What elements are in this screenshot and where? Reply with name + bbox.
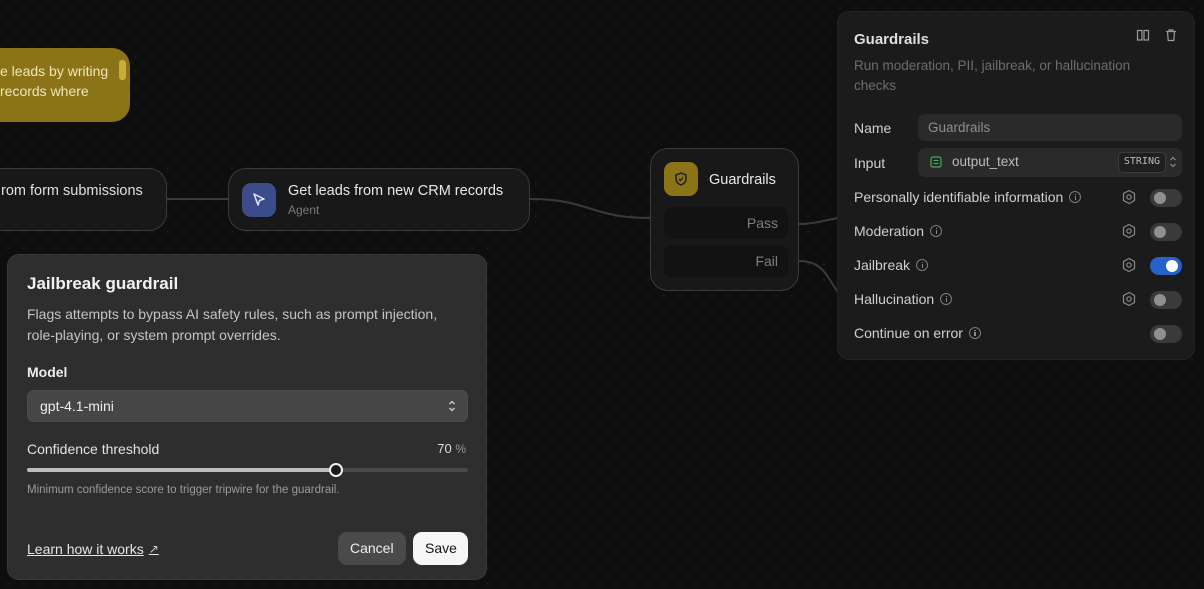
- trash-icon[interactable]: [1164, 28, 1178, 47]
- info-icon[interactable]: [968, 327, 981, 339]
- panel-description: Run moderation, PII, jailbreak, or hallu…: [854, 58, 1131, 93]
- guardrails-node[interactable]: Guardrails Pass Fail: [650, 148, 799, 291]
- continue-label: Continue on error: [854, 325, 963, 341]
- check-label: Jailbreak: [854, 257, 911, 273]
- confidence-label: Confidence threshold: [27, 441, 160, 457]
- jailbreak-guardrail-dialog: Jailbreak guardrail Flags attempts to by…: [7, 254, 487, 580]
- confidence-number: 70: [437, 441, 452, 456]
- learn-link-text: Learn how it works: [27, 541, 144, 557]
- variable-icon: [930, 156, 942, 171]
- properties-panel: Guardrails Run moderation, PII, jailbrea…: [837, 11, 1195, 360]
- note-line-2: records where: [0, 83, 89, 99]
- settings-gear-icon[interactable]: [1121, 223, 1137, 244]
- settings-gear-icon[interactable]: [1121, 257, 1137, 278]
- confidence-slider[interactable]: [27, 463, 468, 477]
- edge-pass-out: [798, 217, 839, 225]
- input-value: output_text: [952, 154, 1019, 169]
- info-icon[interactable]: [940, 293, 953, 305]
- check-pii: Personally identifiable information: [854, 189, 1082, 205]
- input-label: Input: [854, 155, 886, 171]
- input-type-badge: STRING: [1117, 152, 1166, 173]
- settings-gear-icon[interactable]: [1121, 291, 1137, 312]
- model-label: Model: [27, 364, 68, 380]
- sticky-note[interactable]: e leads by writing records where: [0, 48, 130, 122]
- slider-thumb[interactable]: [328, 463, 343, 477]
- confidence-unit: %: [455, 442, 466, 456]
- check-label: Moderation: [854, 223, 925, 239]
- panel-title: Guardrails: [854, 31, 930, 48]
- note-scrollbar[interactable]: [119, 60, 126, 80]
- form-submissions-node[interactable]: rom form submissions: [0, 168, 167, 231]
- moderation-toggle[interactable]: [1150, 223, 1182, 241]
- hallucination-toggle[interactable]: [1150, 291, 1182, 309]
- pass-port[interactable]: Pass: [664, 207, 788, 239]
- jailbreak-toggle[interactable]: [1150, 257, 1182, 275]
- node-title: Get leads from new CRM records: [288, 183, 504, 199]
- edge-crm-to-guardrails: [529, 198, 651, 219]
- learn-how-link[interactable]: Learn how it works ↗: [27, 541, 159, 557]
- edge-fail-out: [798, 260, 839, 293]
- continue-on-error: Continue on error: [854, 325, 981, 341]
- node-title: Guardrails: [709, 172, 776, 188]
- model-value: gpt-4.1-mini: [40, 398, 114, 414]
- info-icon[interactable]: [916, 259, 929, 271]
- note-line-1: e leads by writing: [0, 63, 109, 79]
- name-field[interactable]: Guardrails: [918, 114, 1182, 141]
- chevron-updown-icon: [447, 399, 457, 416]
- cancel-button[interactable]: Cancel: [338, 532, 406, 565]
- confidence-value: 70 %: [437, 441, 466, 456]
- model-select[interactable]: gpt-4.1-mini: [27, 390, 468, 422]
- confidence-hint: Minimum confidence score to trigger trip…: [27, 484, 340, 496]
- check-label: Personally identifiable information: [854, 189, 1064, 205]
- continue-on-error-toggle[interactable]: [1150, 325, 1182, 343]
- settings-gear-icon[interactable]: [1121, 189, 1137, 210]
- save-button[interactable]: Save: [413, 532, 468, 565]
- pii-toggle[interactable]: [1150, 189, 1182, 207]
- info-icon[interactable]: [1069, 191, 1082, 203]
- fail-port[interactable]: Fail: [664, 245, 788, 277]
- external-arrow-icon: ↗: [148, 542, 159, 556]
- chevron-updown-icon: [1168, 155, 1178, 172]
- panel-toolbar: [1136, 28, 1178, 47]
- slider-fill: [27, 468, 336, 472]
- crm-records-node[interactable]: Get leads from new CRM records Agent: [228, 168, 530, 231]
- info-icon[interactable]: [930, 225, 943, 237]
- node-title: rom form submissions: [1, 183, 143, 199]
- cursor-icon: [242, 183, 276, 217]
- check-label: Hallucination: [854, 291, 935, 307]
- dialog-title: Jailbreak guardrail: [27, 274, 179, 293]
- shield-icon: [664, 162, 698, 196]
- dialog-description: Flags attempts to bypass AI safety rules…: [27, 306, 438, 343]
- check-jailbreak: Jailbreak: [854, 257, 929, 273]
- node-subtitle: Agent: [288, 203, 320, 217]
- check-moderation: Moderation: [854, 223, 943, 239]
- check-hallucination: Hallucination: [854, 291, 953, 307]
- input-variable-select[interactable]: output_text STRING: [918, 148, 1182, 177]
- name-label: Name: [854, 120, 892, 136]
- docs-icon[interactable]: [1136, 28, 1150, 47]
